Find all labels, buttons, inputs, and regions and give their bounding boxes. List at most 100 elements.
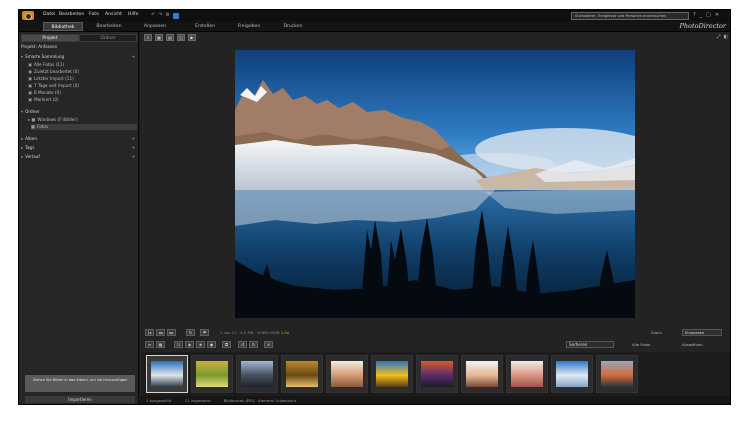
collapse-triangle-icon[interactable]: ▸ [21,154,23,160]
tab-folder[interactable]: Ordner [79,34,137,42]
collapse-triangle-icon[interactable]: ▸ [21,145,23,151]
filmstrip-icon[interactable]: ▤ [166,34,174,41]
grid-icon[interactable]: ▦ [155,34,163,41]
fullscreen-icon[interactable]: ⤢ [717,34,721,40]
label-icon[interactable]: ◆ [207,341,216,348]
settings-icon[interactable]: ⚙ [165,12,169,19]
slideshow-icon[interactable]: ▶ [188,34,196,41]
search-input[interactable]: Stichwörter, Ereignisse und Personen dur… [571,12,689,20]
thumbnail-portrait-woman[interactable] [326,355,368,393]
filter-all-photos[interactable]: Alle Fotos [632,342,650,347]
undo-icon[interactable]: ↶ [151,12,155,19]
thumbnail-yellow-leaves[interactable] [191,355,233,393]
rotate-button[interactable]: ↻ [186,329,195,336]
menu-help[interactable]: Hilfe [128,12,138,17]
compare-icon[interactable]: ◫ [177,34,185,41]
item-label: Fotos [36,124,49,129]
tab-print[interactable]: Drucken [273,22,313,31]
section-label: Smarte Sammlung [25,54,65,59]
zoom-select[interactable]: Einpassen [682,329,722,336]
select-all-icon[interactable]: ☐ [174,341,183,348]
thumbnail-image [376,361,408,387]
thumbnail-city-sky[interactable] [236,355,278,393]
help-button[interactable]: ? [693,12,696,18]
smart-item-7-days[interactable]: ▣ 7 Tage seit Import (0) [28,83,137,89]
list-view-icon[interactable]: ≡ [145,341,154,348]
folder-item-windows[interactable]: ▸ ■ Windows (F:\Bilder) [28,117,137,123]
tab-edit[interactable]: Bearbeiten [89,22,129,31]
cloud-icon[interactable] [172,13,179,19]
thumbnail-golden-still-life[interactable] [281,355,323,393]
section-label: Verlauf [25,154,40,159]
rating-icon[interactable]: ★ [196,341,205,348]
smart-item-all-photos[interactable]: ▣ Alle Fotos (11) [28,62,137,68]
thumbnail-portrait-girl[interactable] [461,355,503,393]
item-label: 7 Tage seit Import (0) [33,83,80,88]
tag-icon[interactable]: ◈ [185,341,194,348]
menu-file[interactable]: Datei [43,12,55,17]
smart-item-last-import[interactable]: ▣ Letzter Import (11) [28,76,137,82]
first-photo-button[interactable]: |◂ [145,329,154,336]
compare-icon[interactable]: ⧉ [222,341,231,348]
view-controls: ⤢ ◐ [717,34,728,40]
item-label: 6 Monate (0) [33,90,61,95]
add-icon[interactable]: + [131,54,135,60]
prev-photo-button[interactable]: ◂◂ [156,329,165,336]
close-button[interactable]: ✕ [715,12,719,18]
import-icon[interactable]: ⇩ [144,34,152,41]
tab-share[interactable]: Freigeben [229,22,269,31]
photo-nav-bar: |◂ ◂◂ ▸▸ ↻ ⚑ 1 von 11 · 4.0 MB · 4288×28… [142,328,730,337]
rotate-left-icon[interactable]: ↺ [238,341,247,348]
thumbnail-beach-blue[interactable] [551,355,593,393]
menu-edit[interactable]: Bearbeiten [59,12,84,17]
section-history[interactable]: ▸ Verlauf + [21,154,137,160]
expand-triangle-icon[interactable]: ▾ [21,54,23,60]
tab-project[interactable]: Projekt [21,34,79,42]
filmstrip [142,352,730,398]
rotate-right-icon[interactable]: ↻ [249,341,258,348]
section-tags[interactable]: ▸ Tags + [21,145,137,151]
thumbnail-harbor-sunset[interactable] [596,355,638,393]
thumbnail-mountain-lake[interactable] [146,355,188,393]
menu-view[interactable]: Ansicht [105,12,122,17]
smart-item-flagged[interactable]: ▣ Markiert (0) [28,97,137,103]
folder-icon: ■ [31,124,35,129]
left-panel: Projekt Ordner Projekt: Anfassen ▾ Smarte… [19,32,139,404]
thumbnail-sunflower[interactable] [371,355,413,393]
add-icon[interactable]: + [131,154,135,160]
flag-icon: ▣ [28,97,32,102]
tab-create[interactable]: Erstellen [185,22,225,31]
add-icon[interactable]: + [131,145,135,151]
grid-view-icon[interactable]: ▦ [156,341,165,348]
add-icon[interactable]: + [131,136,135,142]
main-photo[interactable] [235,50,635,318]
import-button[interactable]: Importieren [25,396,135,403]
thumbnail-image [421,361,453,387]
main-view: ⇩ ▦ ▤ ◫ ▶ ⤢ ◐ |◂ ◂◂ ▸▸ ↻ ⚑ 1 von 11 · 4.… [140,32,730,404]
smart-item-recent[interactable]: ▣ Zuletzt bearbeitet (0) [28,69,137,75]
smart-item-6-months[interactable]: ▣ 6 Monate (0) [28,90,137,96]
section-folders[interactable]: ▾ Ordner [21,109,137,115]
delete-icon[interactable]: ✕ [264,341,273,348]
sort-select[interactable]: Sortieren [566,341,614,348]
flag-button[interactable]: ⚑ [200,329,209,336]
thumbnail-portrait-close[interactable] [506,355,548,393]
thumbnail-image [331,361,363,387]
menu-photo[interactable]: Foto [89,12,99,17]
item-label: Letzter Import (11) [33,76,74,81]
maximize-button[interactable]: □ [706,12,711,18]
tab-library[interactable]: Bibliothek [43,22,83,31]
collapse-triangle-icon[interactable]: ▸ [21,136,23,142]
redo-icon[interactable]: ↷ [158,12,162,19]
tab-adjust[interactable]: Anpassen [135,22,175,31]
section-albums[interactable]: ▸ Alben + [21,136,137,142]
select-button[interactable]: Auswählen [682,342,703,347]
next-photo-button[interactable]: ▸▸ [167,329,176,336]
folder-item-photos[interactable]: ■ Fotos [31,124,137,130]
section-smart-collection[interactable]: ▾ Smarte Sammlung + [21,54,137,60]
thumbnail-sunset-field[interactable] [416,355,458,393]
status-total: 11 insgesamt [184,398,211,403]
minimize-button[interactable]: _ [700,12,703,18]
contrast-icon[interactable]: ◐ [724,34,728,40]
expand-triangle-icon[interactable]: ▾ [21,109,23,115]
